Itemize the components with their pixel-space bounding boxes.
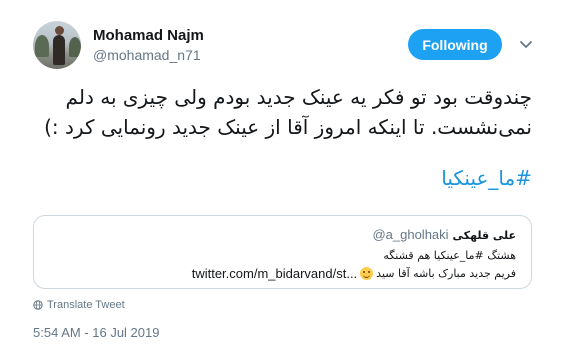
- author-display-name[interactable]: Mohamad Najm: [93, 27, 204, 44]
- avatar-head: [55, 26, 64, 35]
- quoted-tweet-text: هشتگ #ما_عینکیا هم قشنگه: [383, 249, 516, 262]
- quoted-tweet-link[interactable]: twitter.com/m_bidarvand/st...: [192, 266, 357, 281]
- hashtag-link[interactable]: #ما_عینکیا: [441, 166, 532, 190]
- translate-tweet-link[interactable]: Translate Tweet: [33, 299, 125, 311]
- avatar-tree: [69, 37, 81, 57]
- following-button[interactable]: Following: [408, 29, 502, 60]
- translate-tweet-label: Translate Tweet: [47, 299, 125, 311]
- tweet-text: چندوقت بود تو فکر یه عینک جدید بودم ولی …: [22, 82, 532, 142]
- quoted-tweet-text-line2: twitter.com/m_bidarvand/st... فریم جدید …: [192, 266, 516, 281]
- author-username[interactable]: @mohamad_n71: [93, 47, 201, 63]
- tweet-text-line: نمی‌نشست. تا اینکه امروز آقا از عینک جدی…: [44, 115, 532, 139]
- avatar-figure: [53, 35, 65, 65]
- avatar-tree: [35, 35, 49, 57]
- globe-icon: [33, 300, 43, 310]
- chevron-down-icon[interactable]: [518, 36, 534, 52]
- quoted-tweet-text: فریم جدید مبارک باشه آقا سید: [376, 267, 516, 280]
- quoted-tweet-card[interactable]: علی قلهکی @a_gholhaki هشتگ #ما_عینکیا هم…: [33, 215, 532, 289]
- quoted-tweet-header: علی قلهکی @a_gholhaki: [372, 227, 516, 242]
- tweet-text-line: چندوقت بود تو فکر یه عینک جدید بودم ولی …: [65, 85, 532, 109]
- quoted-author-username: @a_gholhaki: [372, 227, 449, 242]
- winking-face-icon: [360, 267, 374, 280]
- quoted-author-name: علی قلهکی: [452, 229, 516, 242]
- tweet-timestamp[interactable]: 5:54 AM - 16 Jul 2019: [33, 325, 159, 340]
- author-avatar[interactable]: [33, 21, 81, 69]
